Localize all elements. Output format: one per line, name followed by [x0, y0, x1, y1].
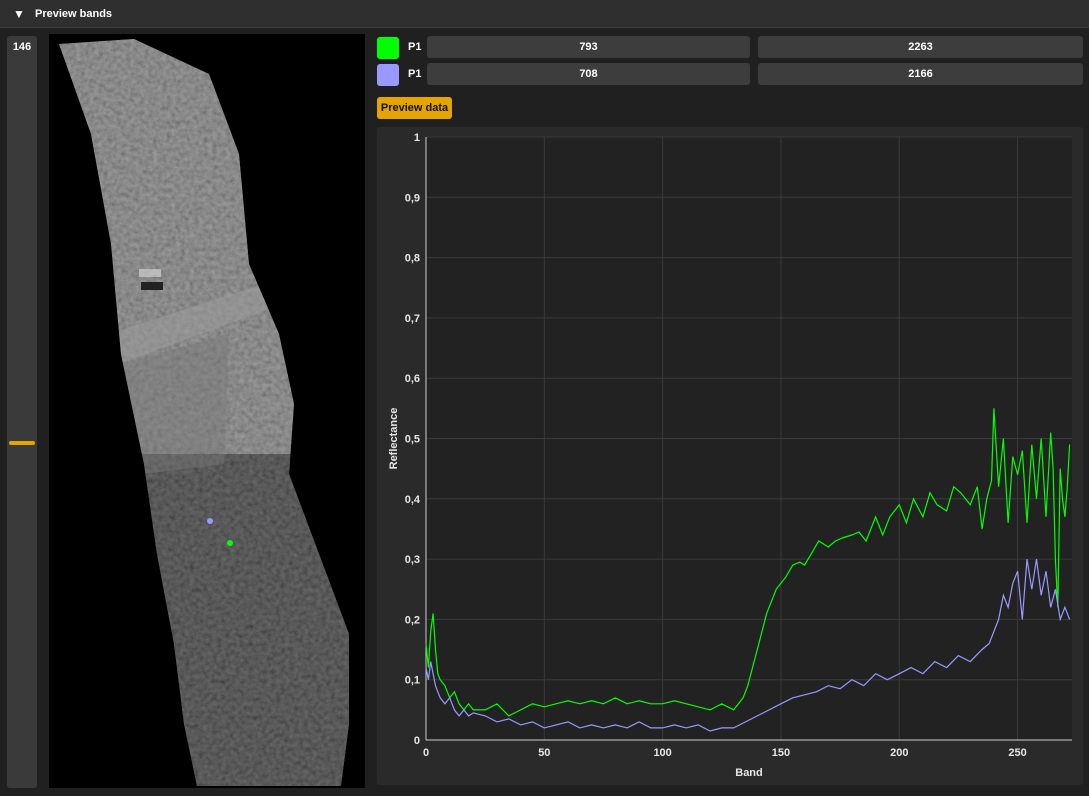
y-tick-label: 0,6	[405, 373, 420, 385]
x-tick-label: 250	[1008, 747, 1026, 759]
y-tick-label: 0,7	[405, 313, 420, 325]
point-row-2[interactable]: P1 708 2166	[377, 63, 1083, 86]
y-tick-label: 0,5	[405, 434, 420, 446]
point-y-field[interactable]: 2263	[758, 36, 1083, 58]
point-row-1[interactable]: P1 793 2263	[377, 36, 1083, 59]
band-slider[interactable]: 146	[7, 36, 37, 788]
section-header[interactable]: ▼ Preview bands	[0, 0, 1089, 28]
x-tick-label: 100	[653, 747, 671, 759]
hyperspectral-image-preview[interactable]	[49, 34, 365, 788]
band-slider-thumb[interactable]	[9, 440, 35, 445]
y-tick-label: 0	[414, 735, 420, 747]
y-tick-label: 0,3	[405, 554, 420, 566]
spectrum-chart-panel: 0 0,1 0,2 0,3 0,4 0,5 0,6 0,7 0,8 0,9 1 0 50 100 150 20…	[377, 127, 1083, 785]
triangle-down-icon[interactable]: ▼	[13, 7, 25, 21]
point-color-swatch[interactable]	[377, 37, 399, 59]
x-tick-label: 0	[423, 747, 429, 759]
y-tick-label: 1	[414, 132, 420, 144]
point-marker-1[interactable]	[227, 540, 233, 546]
x-tick-label: 50	[538, 747, 550, 759]
band-slider-track[interactable]	[7, 58, 37, 784]
point-y-field[interactable]: 2166	[758, 63, 1083, 85]
point-marker-2[interactable]	[207, 518, 213, 524]
x-axis-label: Band	[735, 767, 763, 779]
x-tick-label: 200	[890, 747, 908, 759]
spectrum-chart: 0 0,1 0,2 0,3 0,4 0,5 0,6 0,7 0,8 0,9 1 0 50 100 150 20…	[388, 132, 1072, 779]
band-slider-value: 146	[12, 41, 32, 53]
point-x-field[interactable]: 708	[427, 63, 750, 85]
point-label: P1	[408, 68, 422, 80]
y-tick-label: 0,8	[405, 253, 420, 265]
point-label: P1	[408, 41, 422, 53]
preview-data-button[interactable]: Preview data	[377, 97, 452, 119]
section-title: Preview bands	[35, 8, 113, 20]
point-color-swatch[interactable]	[377, 64, 399, 86]
point-x-field[interactable]: 793	[427, 36, 750, 58]
y-axis-label: Reflectance	[388, 408, 400, 470]
x-tick-label: 150	[772, 747, 790, 759]
y-tick-label: 0,4	[405, 494, 421, 506]
y-tick-label: 0,2	[405, 614, 420, 626]
y-tick-label: 0,1	[405, 675, 420, 687]
y-tick-label: 0,9	[405, 192, 420, 204]
image-canvas	[59, 39, 349, 786]
